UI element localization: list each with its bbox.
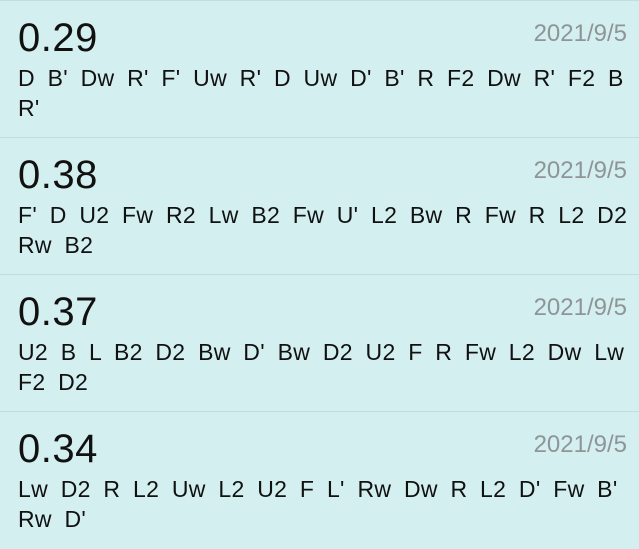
solve-time: 0.34: [18, 427, 98, 471]
solve-item[interactable]: 0.29 2021/9/5 D B' Dw R' F' Uw R' D Uw D…: [0, 1, 639, 138]
solve-scramble: F' D U2 Fw R2 Lw B2 Fw U' L2 Bw R Fw R L…: [18, 202, 628, 258]
solve-item[interactable]: 0.38 2021/9/5 F' D U2 Fw R2 Lw B2 Fw U' …: [0, 138, 639, 275]
solve-list: 0.29 2021/9/5 D B' Dw R' F' Uw R' D Uw D…: [0, 0, 639, 546]
solve-time: 0.38: [18, 153, 98, 197]
solve-date: 2021/9/5: [533, 157, 627, 184]
solve-time: 0.37: [18, 290, 98, 334]
solve-date: 2021/9/5: [533, 294, 627, 321]
solve-date: 2021/9/5: [533, 20, 627, 47]
solve-scramble: Lw D2 R L2 Uw L2 U2 F L' Rw Dw R L2 D' F…: [18, 476, 618, 532]
solve-item[interactable]: 0.34 2021/9/5 Lw D2 R L2 Uw L2 U2 F L' R…: [0, 412, 639, 549]
solve-time: 0.29: [18, 16, 98, 60]
solve-item[interactable]: 0.37 2021/9/5 U2 B L B2 D2 Bw D' Bw D2 U…: [0, 275, 639, 412]
solve-scramble: D B' Dw R' F' Uw R' D Uw D' B' R F2 Dw R…: [18, 65, 624, 121]
solve-scramble: U2 B L B2 D2 Bw D' Bw D2 U2 F R Fw L2 Dw…: [18, 339, 625, 395]
solve-date: 2021/9/5: [533, 431, 627, 458]
